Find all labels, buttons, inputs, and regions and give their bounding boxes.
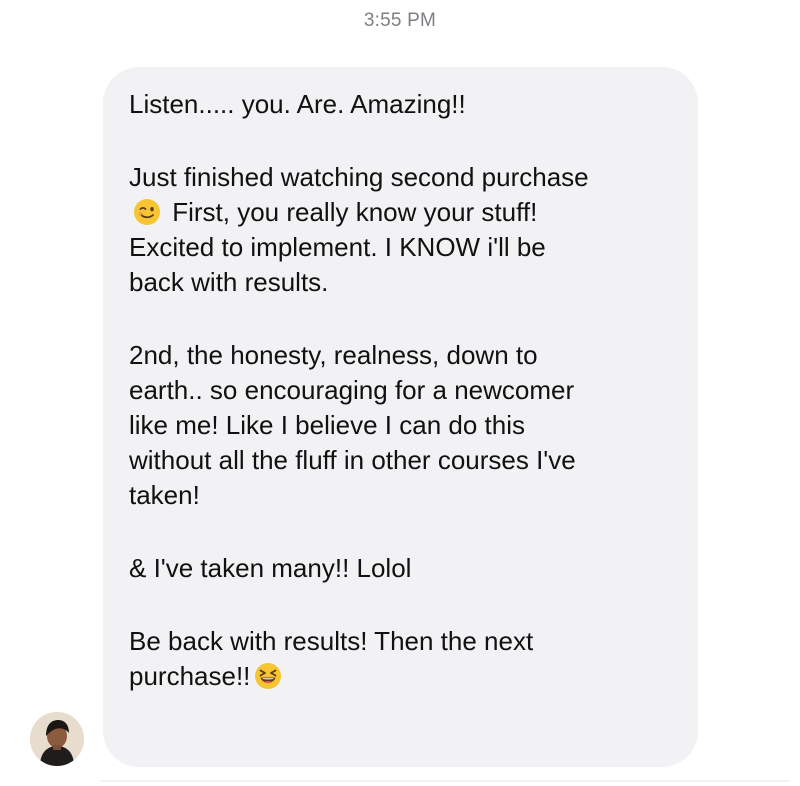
input-divider: [100, 780, 790, 782]
message-line-text: First, you really know your stuff!: [165, 197, 538, 227]
message-paragraph: & I've taken many!! Lolol: [129, 551, 674, 586]
message-line: back with results.: [129, 267, 329, 297]
message-line: Excited to implement. I KNOW i'll be: [129, 232, 546, 262]
message-line: Just finished watching second purchase: [129, 162, 589, 192]
message-timestamp: 3:55 PM: [363, 10, 437, 31]
message-paragraph: Listen..... you. Are. Amazing!!: [129, 87, 674, 122]
message-line-with-emoji: purchase!!: [129, 659, 674, 694]
message-line-text: purchase!!: [129, 661, 251, 691]
message-line: taken!: [129, 480, 200, 510]
message-paragraph: Just finished watching second purchase F…: [129, 160, 674, 300]
winking-face-emoji-icon: [134, 199, 160, 225]
message-paragraph: Be back with results! Then the next purc…: [129, 624, 674, 694]
avatar[interactable]: [30, 712, 84, 766]
message-bubble[interactable]: Listen..... you. Are. Amazing!! Just fin…: [103, 67, 698, 767]
message-paragraph: 2nd, the honesty, realness, down to eart…: [129, 338, 674, 513]
message-line: 2nd, the honesty, realness, down to: [129, 340, 538, 370]
message-line: Listen..... you. Are. Amazing!!: [129, 89, 466, 119]
message-line-with-emoji: First, you really know your stuff!: [129, 195, 674, 230]
avatar-photo: [30, 712, 84, 766]
incoming-message-row: Listen..... you. Are. Amazing!! Just fin…: [30, 67, 710, 767]
message-line: & I've taken many!! Lolol: [129, 553, 412, 583]
grinning-squinting-face-emoji-icon: [255, 663, 282, 689]
message-line: without all the fluff in other courses I…: [129, 445, 576, 475]
message-line: like me! Like I believe I can do this: [129, 410, 525, 440]
message-line: Be back with results! Then the next: [129, 626, 534, 656]
message-line: earth.. so encouraging for a newcomer: [129, 375, 575, 405]
